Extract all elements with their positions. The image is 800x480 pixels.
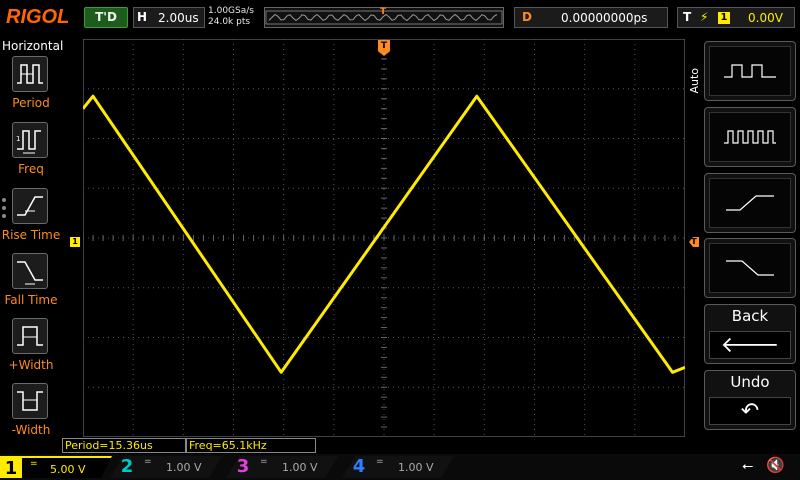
menu-item-label: +Width [8,358,54,372]
menu-item-label: -Width [11,423,51,437]
top-status-bar: RIGOL T'D H 2.00us 1.00GSa/s 24.0k pts T… [0,0,800,36]
dc-coupling-icon: = [144,457,152,467]
negative-width-icon [12,383,48,419]
channel-number: 1 [0,458,22,478]
rise-time-icon [12,188,48,224]
falling-edge-icon [709,243,791,293]
measure-type-menu: Auto Back 🡐 Undo ↶ [686,38,800,430]
rising-edge-trigger-icon: ⚡ [700,10,709,24]
delay-letter: D [522,10,532,24]
menu-title: Horizontal [2,39,64,53]
trigger-position-marker: T [380,7,387,17]
menu-item-positive-width[interactable]: +Width [0,318,62,378]
grid-lines [83,39,685,437]
dc-coupling-icon: = [376,457,384,467]
trigger-letter: T [683,10,692,24]
menu-item-label: Fall Time [4,293,58,307]
menu-item-freq[interactable]: 1 Freq [0,122,62,182]
freq-icon: 1 [12,122,48,158]
menu-item-fall-time[interactable]: Fall Time [0,253,62,313]
dc-coupling-icon: = [30,459,38,469]
period-measurement[interactable]: Period=15.36us [62,438,186,453]
sample-rate: 1.00GSa/s [208,6,254,16]
trigger-level-value: 0.00V [748,11,783,25]
channel-1-tab[interactable]: 1 = 5.00 V [0,456,112,478]
channel-scale: 1.00 V [282,461,318,474]
menu-item-negative-width[interactable]: -Width [0,383,62,443]
back-button[interactable]: Back 🡐 [704,304,796,364]
channel-scale: 1.00 V [398,461,434,474]
undo-label: Undo [730,373,770,391]
back-arrow-icon: 🡐 [709,331,791,359]
dc-coupling-icon: = [260,457,268,467]
run-status-badge[interactable]: T'D [84,7,128,28]
channel-number: 3 [236,456,250,477]
timebase-value: 2.00us [158,11,199,25]
menu-item-label: Period [12,96,50,110]
channel-4-tab[interactable]: 4 = 1.00 V [342,456,454,478]
trigger-source-badge: 1 [718,12,730,24]
horizontal-measure-menu: Horizontal Period 1 Freq Rise Time Fall … [0,36,64,454]
channel-scale: 1.00 V [166,461,202,474]
square-wave-many-icon [709,112,791,162]
usb-icon: ⭠ [742,458,754,474]
square-wave-few-button[interactable] [704,41,796,101]
square-wave-few-icon [709,46,791,96]
rising-edge-button[interactable] [704,173,796,233]
menu-title: Auto [688,68,701,94]
rising-edge-icon [709,178,791,228]
positive-width-icon [12,318,48,354]
menu-item-label: Rise Time [1,228,61,242]
fall-time-icon [12,253,48,289]
channel-2-tab[interactable]: 2 = 1.00 V [110,456,222,478]
channel-number: 2 [120,456,134,477]
waveform-display[interactable] [83,39,685,437]
acquisition-info: 1.00GSa/s 24.0k pts [208,6,254,28]
trigger-settings-display[interactable]: T ⚡ 1 0.00V [677,7,795,28]
ch1-ground-marker[interactable]: 1 [70,237,80,247]
timebase-display[interactable]: H 2.00us [133,7,205,28]
sound-muted-icon[interactable]: 🔇 [766,456,785,474]
undo-icon: ↶ [709,397,791,425]
brand-logo: RIGOL [6,6,70,28]
back-label: Back [731,307,769,325]
channel-3-tab[interactable]: 3 = 1.00 V [226,456,338,478]
channel-scale: 5.00 V [50,463,86,476]
square-wave-many-button[interactable] [704,107,796,167]
menu-item-period[interactable]: Period [0,56,62,116]
undo-button[interactable]: Undo ↶ [704,370,796,430]
channel-number: 4 [352,456,366,477]
channel-status-bar: 1 = 5.00 V 2 = 1.00 V 3 = 1.00 V 4 = 1.0… [0,454,800,480]
timebase-letter: H [137,10,148,24]
horizontal-delay-display[interactable]: D 0.00000000ps [514,7,668,28]
waveform-grid [83,39,685,437]
period-icon [12,56,48,92]
freq-measurement[interactable]: Freq=65.1kHz [186,438,316,453]
measurement-results: Period=15.36us Freq=65.1kHz [62,438,322,454]
menu-item-rise-time[interactable]: Rise Time [0,188,62,248]
memory-depth: 24.0k pts [208,17,251,27]
svg-text:1: 1 [16,135,20,143]
menu-item-label: Freq [18,162,44,176]
delay-value: 0.00000000ps [561,11,648,25]
falling-edge-button[interactable] [704,238,796,298]
